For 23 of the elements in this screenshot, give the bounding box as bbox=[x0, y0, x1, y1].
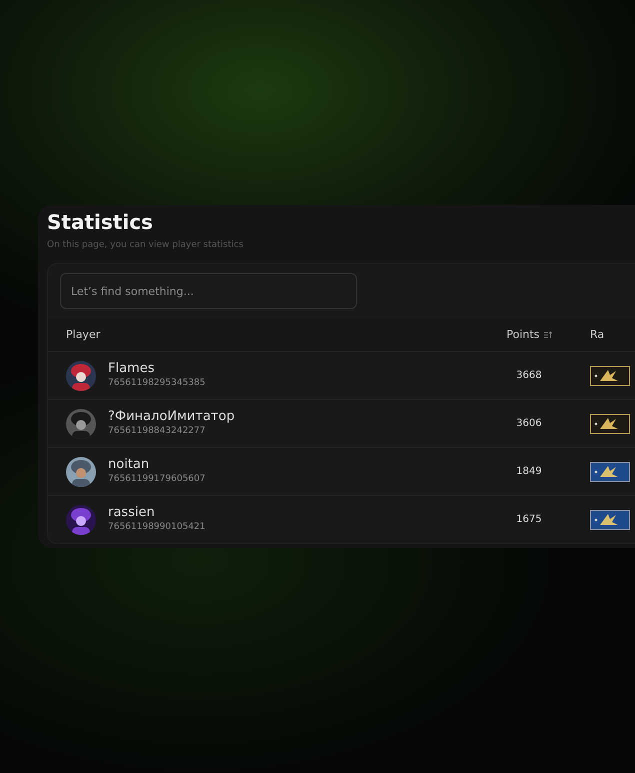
rank-emblem-icon bbox=[590, 366, 630, 386]
steam-id: 76561199179605607 bbox=[108, 473, 206, 486]
rank-emblem-icon bbox=[590, 462, 630, 482]
sort-icon[interactable] bbox=[544, 330, 552, 338]
rank-emblem-icon bbox=[590, 510, 630, 530]
points-value: 3606 bbox=[516, 418, 542, 429]
page-subtitle: On this page, you can view player statistics bbox=[47, 239, 244, 251]
column-header[interactable]: Points bbox=[506, 328, 540, 341]
points-value: 1675 bbox=[516, 514, 542, 525]
rank-emblem-icon bbox=[590, 414, 630, 434]
points-value: 3668 bbox=[516, 370, 542, 381]
points-value: 1849 bbox=[516, 466, 542, 477]
player-name[interactable]: rassien bbox=[108, 505, 206, 521]
player-name[interactable]: ?ФиналоИмитатор bbox=[108, 409, 235, 425]
page-title: Statistics bbox=[47, 209, 154, 235]
column-header[interactable]: Ra bbox=[590, 328, 604, 341]
player-name[interactable]: noitan bbox=[108, 457, 206, 473]
column-header[interactable]: Player bbox=[66, 328, 100, 341]
search-field[interactable]: Let’s find something... bbox=[60, 273, 357, 309]
steam-id: 76561198990105421 bbox=[108, 521, 206, 534]
steam-id: 76561198295345385 bbox=[108, 377, 206, 390]
steam-id: 76561198843242277 bbox=[108, 425, 206, 438]
player-name[interactable]: Flames bbox=[108, 361, 206, 377]
